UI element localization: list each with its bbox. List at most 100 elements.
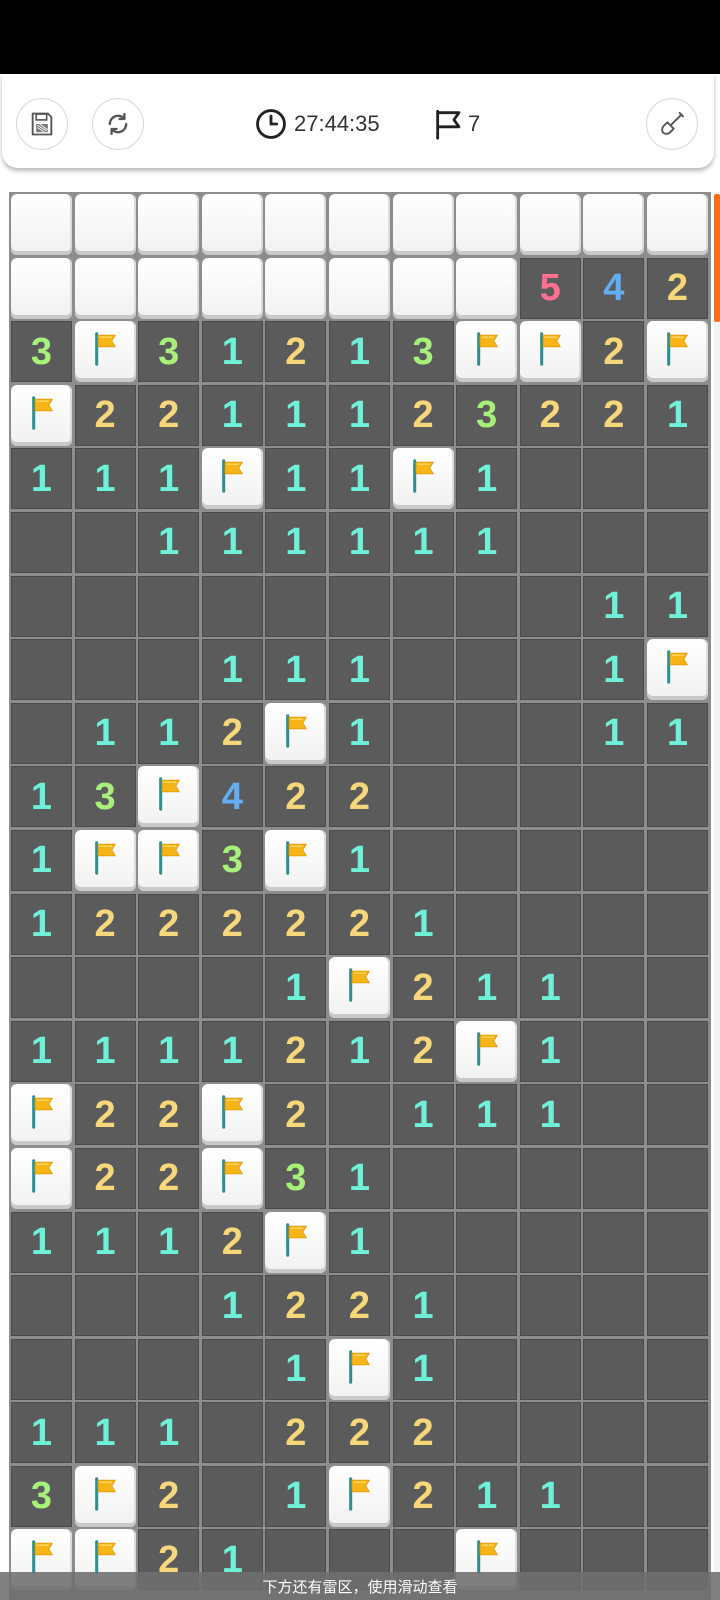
open-cell[interactable] [11,957,72,1019]
number-cell[interactable]: 1 [519,957,581,1019]
flagged-cell[interactable] [392,448,454,510]
open-cell[interactable] [456,1338,518,1400]
open-cell[interactable] [456,1211,518,1273]
open-cell[interactable] [201,1338,263,1400]
number-cell[interactable]: 1 [138,1402,200,1464]
number-cell[interactable]: 2 [74,1147,136,1209]
number-cell[interactable]: 1 [328,321,390,383]
number-cell[interactable]: 2 [392,1020,454,1082]
open-cell[interactable] [583,1084,645,1146]
flagged-cell[interactable] [201,1147,263,1209]
number-cell[interactable]: 1 [265,639,327,701]
open-cell[interactable] [519,1147,581,1209]
open-cell[interactable] [74,575,136,637]
open-cell[interactable] [11,702,72,764]
hidden-cell[interactable] [138,257,200,319]
open-cell[interactable] [519,1275,581,1337]
number-cell[interactable]: 2 [265,1020,327,1082]
number-cell[interactable]: 1 [201,384,263,446]
dig-mode-button[interactable] [646,98,698,150]
hidden-cell[interactable] [265,194,327,255]
number-cell[interactable]: 1 [11,766,72,828]
number-cell[interactable]: 1 [138,702,200,764]
number-cell[interactable]: 2 [201,893,263,955]
flagged-cell[interactable] [138,829,200,891]
open-cell[interactable] [138,575,200,637]
open-cell[interactable] [646,957,708,1019]
number-cell[interactable]: 1 [519,1084,581,1146]
hidden-cell[interactable] [328,194,390,255]
number-cell[interactable]: 2 [328,893,390,955]
open-cell[interactable] [583,1147,645,1209]
number-cell[interactable]: 1 [583,575,645,637]
number-cell[interactable]: 4 [201,766,263,828]
number-cell[interactable]: 1 [265,448,327,510]
number-cell[interactable]: 1 [74,448,136,510]
number-cell[interactable]: 1 [265,1338,327,1400]
hidden-cell[interactable] [583,194,645,255]
flagged-cell[interactable] [74,321,136,383]
flagged-cell[interactable] [456,321,518,383]
flagged-cell[interactable] [646,639,708,701]
number-cell[interactable]: 1 [265,384,327,446]
number-cell[interactable]: 2 [646,257,708,319]
open-cell[interactable] [519,702,581,764]
flagged-cell[interactable] [328,1338,390,1400]
number-cell[interactable]: 1 [74,1402,136,1464]
flagged-cell[interactable] [265,702,327,764]
number-cell[interactable]: 1 [328,829,390,891]
hidden-cell[interactable] [201,194,263,255]
number-cell[interactable]: 2 [138,384,200,446]
number-cell[interactable]: 1 [11,1402,72,1464]
number-cell[interactable]: 1 [328,1211,390,1273]
open-cell[interactable] [201,1465,263,1527]
hidden-cell[interactable] [456,194,518,255]
number-cell[interactable]: 1 [392,893,454,955]
open-cell[interactable] [583,829,645,891]
hidden-cell[interactable] [201,257,263,319]
open-cell[interactable] [392,575,454,637]
open-cell[interactable] [583,957,645,1019]
number-cell[interactable]: 1 [456,957,518,1019]
open-cell[interactable] [456,1147,518,1209]
open-cell[interactable] [138,639,200,701]
number-cell[interactable]: 2 [74,384,136,446]
open-cell[interactable] [456,766,518,828]
flagged-cell[interactable] [74,829,136,891]
open-cell[interactable] [646,448,708,510]
number-cell[interactable]: 1 [328,1020,390,1082]
number-cell[interactable]: 2 [583,384,645,446]
number-cell[interactable]: 1 [138,1211,200,1273]
number-cell[interactable]: 2 [201,1211,263,1273]
number-cell[interactable]: 1 [646,575,708,637]
hidden-cell[interactable] [11,194,72,255]
number-cell[interactable]: 2 [265,321,327,383]
save-button[interactable] [16,98,68,150]
number-cell[interactable]: 1 [11,1211,72,1273]
number-cell[interactable]: 2 [138,1147,200,1209]
number-cell[interactable]: 1 [646,384,708,446]
open-cell[interactable] [392,1211,454,1273]
open-cell[interactable] [392,829,454,891]
number-cell[interactable]: 2 [328,766,390,828]
flagged-cell[interactable] [646,321,708,383]
open-cell[interactable] [74,639,136,701]
number-cell[interactable]: 1 [328,639,390,701]
flagged-cell[interactable] [201,448,263,510]
open-cell[interactable] [11,1338,72,1400]
open-cell[interactable] [328,575,390,637]
number-cell[interactable]: 3 [11,321,72,383]
open-cell[interactable] [519,829,581,891]
open-cell[interactable] [519,1338,581,1400]
number-cell[interactable]: 5 [519,257,581,319]
number-cell[interactable]: 3 [138,321,200,383]
flagged-cell[interactable] [328,1465,390,1527]
number-cell[interactable]: 1 [456,1465,518,1527]
hidden-cell[interactable] [11,257,72,319]
flagged-cell[interactable] [519,321,581,383]
open-cell[interactable] [74,511,136,573]
number-cell[interactable]: 1 [456,511,518,573]
open-cell[interactable] [583,1338,645,1400]
number-cell[interactable]: 1 [392,1338,454,1400]
number-cell[interactable]: 1 [392,1084,454,1146]
